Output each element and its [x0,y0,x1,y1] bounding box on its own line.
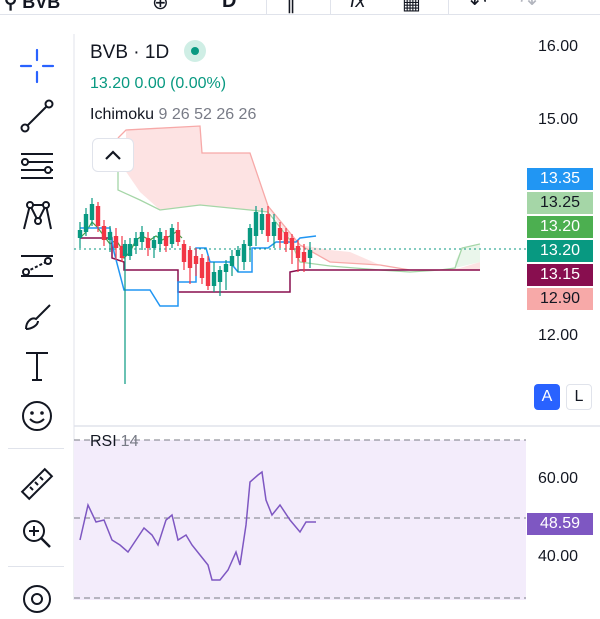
candle-body [101,226,107,240]
candle-body [187,250,193,268]
candle-body [253,212,259,236]
candle-body [277,228,283,240]
price-axis-label: 16.00 [538,38,579,55]
rsi-axis-label: 40.00 [538,548,579,565]
candle-body [289,238,295,250]
price-tag-tenkan: 13.35 [527,168,593,190]
candle-body [199,258,205,278]
chart-legend: BVB · 1D [90,40,207,64]
candle-body [127,244,133,256]
candle-body [283,232,289,244]
candle-body [229,256,235,266]
market-status-icon[interactable] [184,40,207,62]
candle-body [107,232,113,240]
candle-body [77,230,83,238]
candle-body [95,206,101,226]
candle-body [139,232,145,242]
indicator-legend[interactable]: Ichimoku 9 26 52 26 26 [90,106,256,124]
candle-body [181,244,187,262]
chevron-up-icon [105,150,121,160]
indicator-params: 9 26 52 26 26 [158,106,257,123]
rsi-band [74,440,526,600]
price-tag-senkou-b: 12.90 [527,288,593,310]
price-tag-chikou: 13.20 [527,216,593,238]
candle-body [83,214,89,232]
rsi-name: RSI [90,433,117,450]
rsi-legend[interactable]: RSI 14 [90,433,138,451]
candle-body [223,264,229,272]
candle-body [157,232,163,244]
rsi-length: 14 [120,433,139,450]
candle-body [211,272,217,286]
rsi-axis-label: 60.00 [538,470,579,487]
price-tag-senkou-a: 13.25 [527,192,593,214]
indicator-name: Ichimoku [90,106,155,123]
auto-scale-button[interactable]: A [534,384,560,410]
symbol-title[interactable]: BVB · 1D [90,42,169,63]
ohlc-values: 13.20 0.00 (0.00%) [90,75,227,92]
price-tag-kijun: 13.15 [527,264,593,286]
price-axis-label: 12.00 [538,327,579,344]
candle-body [169,228,175,244]
candle-body [241,244,247,262]
candle-body [163,236,169,246]
candle-body [205,262,211,286]
candle-body [271,222,277,236]
candle-body [151,240,157,248]
rsi-value-tag: 48.59 [527,513,593,535]
candle-body [193,256,199,264]
candle-body [265,214,271,236]
candle-body [113,236,119,248]
log-scale-button[interactable]: L [566,384,592,410]
candle-body [295,246,301,258]
candle-body [247,228,253,246]
price-axis-label: 15.00 [538,111,579,128]
candles-group [77,198,313,384]
candle-body [235,250,241,256]
price-tag-last: 13.20 [527,240,593,262]
candle-body [217,270,223,282]
candle-body [175,230,181,242]
candle-body [89,204,95,220]
candle-body [122,244,128,256]
candle-body [301,252,307,262]
candle-body [133,238,139,246]
collapse-legend-button[interactable] [92,138,134,172]
candle-body [259,214,265,230]
candle-body [145,238,151,248]
candle-body [307,250,313,258]
